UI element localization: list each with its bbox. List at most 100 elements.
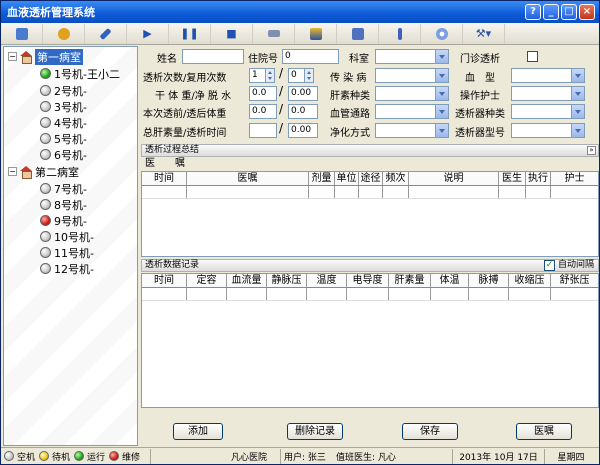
- tree-machine-8[interactable]: 8号机-: [40, 197, 87, 212]
- auto-interval[interactable]: ✓ 自动间隔: [543, 260, 594, 271]
- dropdown-icon[interactable]: [435, 105, 448, 118]
- column-header[interactable]: 脉搏: [469, 274, 509, 287]
- infection-select[interactable]: [375, 68, 449, 83]
- save-button[interactable]: 保存: [402, 423, 458, 440]
- add-button[interactable]: 添加: [173, 423, 223, 440]
- tree-machine-1[interactable]: 1号机-王小二: [40, 66, 120, 81]
- inpatient-input[interactable]: 0: [282, 49, 339, 64]
- column-header[interactable]: 体温: [431, 274, 469, 287]
- column-header[interactable]: 收缩压: [509, 274, 551, 287]
- column-header[interactable]: 医嘱: [187, 172, 309, 185]
- column-header[interactable]: 血流量: [227, 274, 267, 287]
- column-header[interactable]: 时间: [142, 274, 187, 287]
- tree-machine-5[interactable]: 5号机-: [40, 131, 87, 146]
- toolbar-settings-button[interactable]: [421, 23, 463, 44]
- dialyzer-model-select[interactable]: [511, 123, 585, 138]
- dropdown-icon[interactable]: [571, 105, 584, 118]
- toolbar-play-button[interactable]: ▶: [127, 23, 169, 44]
- dropdown-icon[interactable]: [571, 87, 584, 100]
- column-header[interactable]: 剂量: [309, 172, 335, 185]
- toolbar-tools-button[interactable]: ⚒▾: [463, 23, 505, 44]
- column-header[interactable]: 途径: [359, 172, 383, 185]
- toolbar-users-button[interactable]: [1, 23, 43, 44]
- orders-grid[interactable]: 时间 医嘱 剂量 单位 途径 频次 说明 医生 执行 护士: [141, 171, 599, 257]
- dropdown-icon[interactable]: [571, 124, 584, 137]
- status-dot-icon: [40, 215, 51, 226]
- toolbar-stop-button[interactable]: ■: [211, 23, 253, 44]
- toolbar-pen-button[interactable]: [85, 23, 127, 44]
- dropdown-icon[interactable]: [435, 87, 448, 100]
- dropdown-icon[interactable]: [435, 50, 448, 63]
- collapse-icon[interactable]: −: [8, 167, 17, 176]
- tree-machine-11[interactable]: 11号机-: [40, 245, 94, 260]
- collapse-icon[interactable]: −: [8, 52, 17, 61]
- blood-select[interactable]: [511, 68, 585, 83]
- status-date: 2013年 10月 17日: [453, 448, 545, 464]
- table-row[interactable]: [142, 288, 598, 301]
- weight-label: 干 体 重/净 脱 水: [155, 91, 232, 102]
- before-weight-input[interactable]: 0.0: [249, 104, 277, 119]
- toolbar-erase-button[interactable]: [253, 23, 295, 44]
- column-header[interactable]: 电导度: [347, 274, 389, 287]
- column-header[interactable]: 时间: [142, 172, 187, 185]
- spinner-icon[interactable]: [265, 69, 274, 82]
- toolbar-cost-button[interactable]: [337, 23, 379, 44]
- table-row[interactable]: [142, 186, 598, 199]
- outpatient-checkbox[interactable]: [527, 51, 538, 62]
- tree-machine-2[interactable]: 2号机-: [40, 83, 87, 98]
- spinner-icon[interactable]: [304, 69, 313, 82]
- column-header[interactable]: 执行: [526, 172, 551, 185]
- dropdown-icon[interactable]: [571, 69, 584, 82]
- column-header[interactable]: 说明: [409, 172, 499, 185]
- dialysis-time-input[interactable]: 0.00: [288, 123, 318, 138]
- tree-machine-10[interactable]: 10号机-: [40, 229, 94, 244]
- tree-ward-1[interactable]: − 第一病室: [8, 48, 83, 65]
- delete-record-button[interactable]: 删除记录: [287, 423, 343, 440]
- toolbar-refresh-button[interactable]: [43, 23, 85, 44]
- tree-machine-12[interactable]: 12号机-: [40, 261, 94, 276]
- count-input[interactable]: 1: [249, 68, 275, 83]
- heparin-type-select[interactable]: [375, 86, 449, 101]
- tree-machine-3[interactable]: 3号机-: [40, 99, 87, 114]
- column-header[interactable]: 温度: [307, 274, 347, 287]
- dry-weight-input[interactable]: 0.0: [249, 86, 277, 101]
- tree-machine-4[interactable]: 4号机-: [40, 115, 87, 130]
- title-bar: 血液透析管理系统 ? _ □ ×: [1, 1, 599, 23]
- purify-select[interactable]: [375, 123, 449, 138]
- column-header[interactable]: 单位: [335, 172, 359, 185]
- column-header[interactable]: 医生: [499, 172, 526, 185]
- name-label: 姓名: [157, 54, 177, 65]
- column-header[interactable]: 护士: [551, 172, 598, 185]
- tree-machine-7[interactable]: 7号机-: [40, 181, 87, 196]
- close-button[interactable]: ×: [579, 4, 595, 20]
- toolbar-test-button[interactable]: [379, 23, 421, 44]
- dept-select[interactable]: [375, 49, 449, 64]
- net-dehydration-input[interactable]: 0.00: [288, 86, 318, 101]
- heparin-total-input[interactable]: [249, 123, 277, 138]
- column-header[interactable]: 舒张压: [551, 274, 598, 287]
- tree-machine-6[interactable]: 6号机-: [40, 147, 87, 162]
- tree-ward-2[interactable]: − 第二病室: [8, 164, 79, 179]
- records-grid[interactable]: 时间 定容 血流量 静脉压 温度 电导度 肝素量 体温 脉搏 收缩压 舒张压: [141, 273, 599, 408]
- collapse-chevron-icon[interactable]: »: [587, 146, 596, 155]
- dialyzer-type-select[interactable]: [511, 104, 585, 119]
- name-input[interactable]: [182, 49, 244, 64]
- toolbar-pause-button[interactable]: ❚❚: [169, 23, 211, 44]
- toolbar-stack-button[interactable]: [295, 23, 337, 44]
- minimize-button[interactable]: _: [543, 4, 559, 20]
- column-header[interactable]: 静脉压: [267, 274, 307, 287]
- column-header[interactable]: 定容: [187, 274, 227, 287]
- auto-interval-checkbox[interactable]: ✓: [543, 260, 555, 271]
- column-header[interactable]: 频次: [383, 172, 409, 185]
- dropdown-icon[interactable]: [435, 69, 448, 82]
- maximize-button[interactable]: □: [561, 4, 577, 20]
- column-header[interactable]: 肝素量: [389, 274, 431, 287]
- vascular-select[interactable]: [375, 104, 449, 119]
- reuse-input[interactable]: 0: [288, 68, 314, 83]
- after-weight-input[interactable]: 0.0: [288, 104, 318, 119]
- orders-button[interactable]: 医嘱: [516, 423, 572, 440]
- tree-machine-9[interactable]: 9号机-: [40, 213, 87, 228]
- nurse-select[interactable]: [511, 86, 585, 101]
- dropdown-icon[interactable]: [435, 124, 448, 137]
- help-button[interactable]: ?: [525, 4, 541, 20]
